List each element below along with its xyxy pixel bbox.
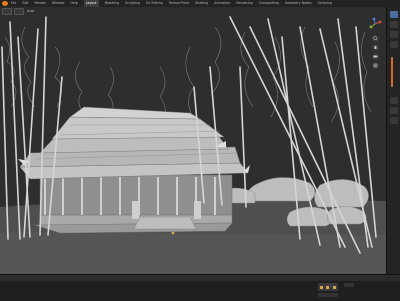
camera-icon[interactable] <box>372 53 379 60</box>
viewport-header: Solid <box>0 7 386 15</box>
scene-properties-icon[interactable] <box>390 41 398 48</box>
3d-cursor-icon[interactable] <box>171 231 175 235</box>
timeline-panel <box>0 274 400 301</box>
workspace-tab-rendering[interactable]: Rendering <box>236 0 252 7</box>
object-properties-icon[interactable] <box>390 97 398 104</box>
viewport-scene[interactable] <box>0 7 386 274</box>
menu-file[interactable]: File <box>11 0 16 7</box>
editor-type-button[interactable] <box>2 7 12 15</box>
workspace-tab-shading[interactable]: Shading <box>195 0 208 7</box>
ground-foreground <box>0 232 386 274</box>
workspace-tab-uv-editing[interactable]: UV Editing <box>146 0 163 7</box>
current-frame-field[interactable] <box>344 283 354 287</box>
workspace-tab-texture-paint[interactable]: Texture Paint <box>169 0 190 7</box>
menu-render[interactable]: Render <box>35 0 46 7</box>
keyframe-icon[interactable] <box>333 285 337 289</box>
output-properties-icon[interactable] <box>390 31 398 38</box>
menu-edit[interactable]: Edit <box>22 0 28 7</box>
hand-icon[interactable] <box>372 44 379 51</box>
workspace-tab-modeling[interactable]: Modeling <box>105 0 120 7</box>
playback-controls[interactable] <box>318 283 338 291</box>
top-menu-bar: File Edit Render Window Help Layout Mode… <box>0 0 400 7</box>
workspace-tab-animation[interactable]: Animation <box>214 0 230 7</box>
workspace-tab-sculpting[interactable]: Sculpting <box>125 0 140 7</box>
workspace-tab-layout[interactable]: Layout <box>83 0 99 7</box>
object-mode-dropdown[interactable] <box>14 7 24 15</box>
grid-icon[interactable] <box>372 62 379 69</box>
properties-sidebar <box>386 7 400 274</box>
shading-mode-label[interactable]: Solid <box>27 9 34 13</box>
frame-range-field[interactable] <box>318 293 338 297</box>
modifier-properties-icon[interactable] <box>390 107 398 114</box>
workspace-tab-scripting[interactable]: Scripting <box>318 0 332 7</box>
3d-viewport[interactable]: Solid <box>0 7 386 274</box>
stop-icon[interactable] <box>326 285 330 289</box>
menu-window[interactable]: Window <box>52 0 65 7</box>
app-logo-icon[interactable] <box>2 1 8 6</box>
active-tab-indicator <box>391 57 393 87</box>
workspace-tab-geometry-nodes[interactable]: Geometry Nodes <box>285 0 312 7</box>
menu-help[interactable]: Help <box>70 0 77 7</box>
navigation-gizmo-icon[interactable] <box>368 17 382 31</box>
zoom-icon[interactable] <box>372 35 379 42</box>
render-properties-icon[interactable] <box>390 21 398 28</box>
timeline-body[interactable] <box>0 281 400 301</box>
play-icon[interactable] <box>319 285 323 289</box>
material-properties-icon[interactable] <box>390 117 398 124</box>
tool-tab-icon[interactable] <box>390 11 398 18</box>
workspace-tab-compositing[interactable]: Compositing <box>259 0 279 7</box>
